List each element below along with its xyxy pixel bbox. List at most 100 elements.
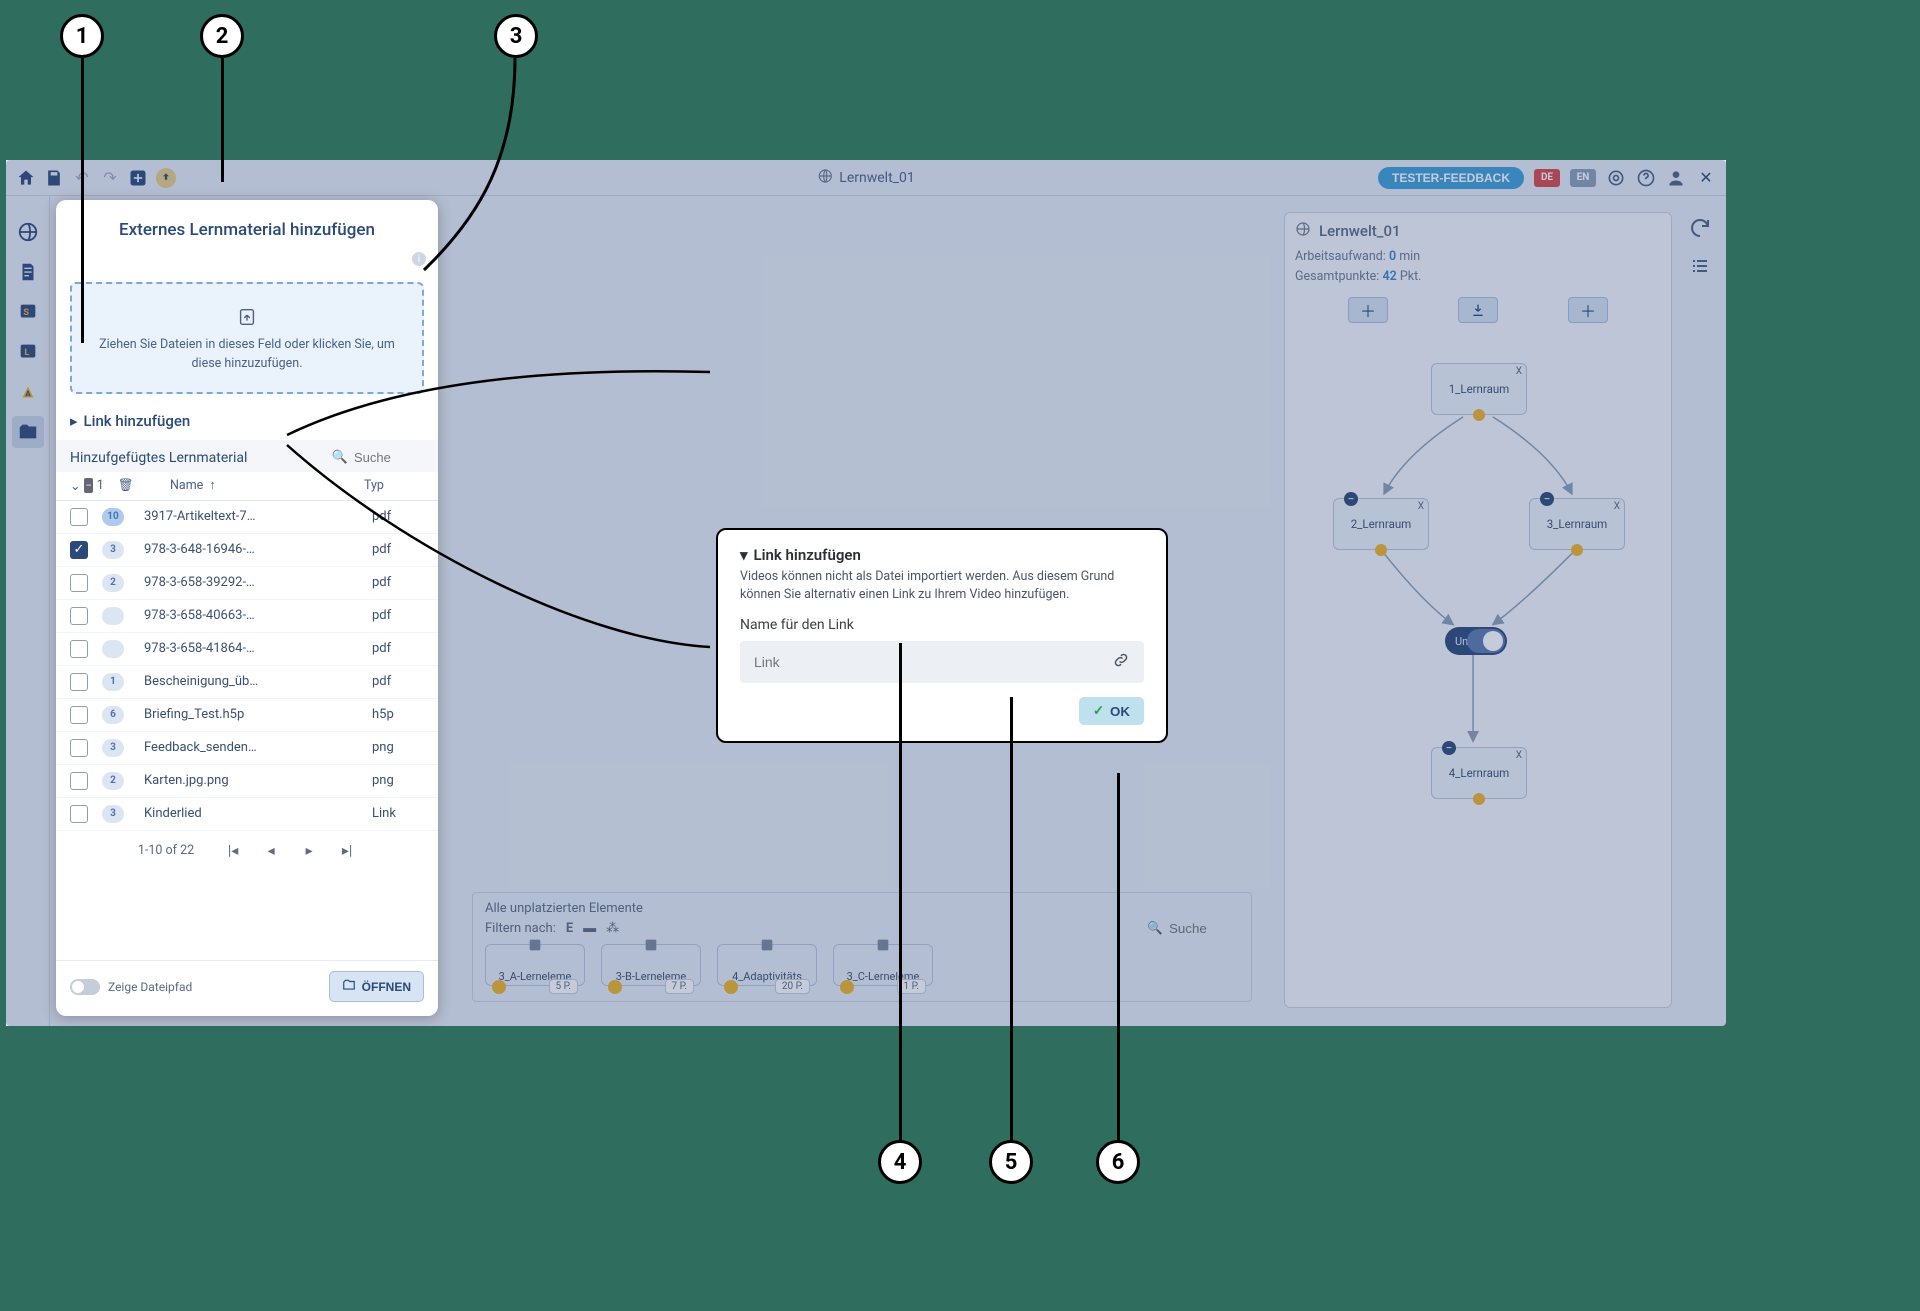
table-row[interactable]: 2Karten.jpg.pngpng: [56, 765, 438, 798]
nav-world-icon[interactable]: [12, 216, 44, 248]
row-type: png: [372, 740, 424, 755]
row-checkbox[interactable]: [70, 673, 88, 691]
redo-icon[interactable]: ↷: [100, 168, 120, 188]
trash-icon[interactable]: 🗑: [118, 478, 134, 493]
home-icon[interactable]: [16, 168, 36, 188]
overview-title: Lernwelt_01: [1295, 221, 1661, 241]
nav-rail: S L A: [6, 196, 50, 1026]
list-icon[interactable]: [1688, 254, 1712, 278]
filter-shape-icon[interactable]: ▬: [583, 920, 596, 936]
added-material-title: Hinzufgefügtes Lernmaterial: [70, 450, 247, 466]
callout-3: 3: [494, 14, 538, 58]
upload-active-icon[interactable]: [156, 168, 176, 188]
panel-footer: Zeige Dateipfad ÖFFNEN: [56, 960, 438, 1016]
row-checkbox[interactable]: [70, 640, 88, 658]
chevron-down-icon[interactable]: ▾: [740, 546, 748, 564]
header-count: 1: [97, 478, 104, 493]
pagination: 1-10 of 22 |◂ ◂ ▸ ▸|: [56, 831, 438, 871]
row-checkbox[interactable]: [70, 805, 88, 823]
toolbar-right: TESTER-FEEDBACK DE EN ✕: [1378, 167, 1716, 189]
refresh-icon[interactable]: [1688, 216, 1712, 240]
callout-2: 2: [200, 14, 244, 58]
row-checkbox[interactable]: [70, 508, 88, 526]
unplaced-search-input[interactable]: [1169, 921, 1239, 936]
graph-node-1[interactable]: X1_Lernraum: [1431, 363, 1527, 415]
row-checkbox[interactable]: [70, 739, 88, 757]
tester-feedback-button[interactable]: TESTER-FEEDBACK: [1378, 167, 1524, 189]
top-toolbar: ↶ ↷ Lernwelt_01 TESTER-FEEDBACK DE EN ✕: [6, 160, 1726, 196]
unplaced-filter-row: Filtern nach: E ▬ ⁂ 🔍: [485, 920, 1239, 936]
callout-5: 5: [989, 1140, 1033, 1184]
overview-title-text: Lernwelt_01: [1319, 222, 1401, 240]
svg-text:A: A: [25, 390, 31, 400]
close-icon[interactable]: ✕: [1696, 168, 1716, 188]
graph-node-3[interactable]: −X3_Lernraum: [1529, 498, 1625, 550]
page-first[interactable]: |◂: [224, 843, 242, 859]
row-badge: 6: [102, 706, 124, 724]
nav-scenario-icon[interactable]: S: [12, 296, 44, 328]
nav-folder-icon[interactable]: [12, 416, 44, 448]
col-name[interactable]: Name: [170, 478, 203, 493]
svg-text:L: L: [24, 348, 29, 358]
world-overview-panel: Lernwelt_01 Arbeitsaufwand: 0 min Gesamt…: [1284, 212, 1672, 1008]
unplaced-card[interactable]: 3-B-Lerneleme7 P.: [601, 944, 701, 986]
filter-cluster-icon[interactable]: ⁂: [606, 921, 619, 936]
table-row[interactable]: 3KinderliedLink: [56, 798, 438, 831]
row-checkbox[interactable]: [70, 772, 88, 790]
page-next[interactable]: ▸: [300, 843, 318, 859]
ok-button[interactable]: ✓ OK: [1079, 697, 1144, 725]
graph-canvas[interactable]: X1_Lernraum −X2_Lernraum −X3_Lernraum Un…: [1295, 343, 1661, 843]
table-row[interactable]: 1Bescheinigung_üb…pdf: [56, 666, 438, 699]
table-row[interactable]: 3Feedback_senden…png: [56, 732, 438, 765]
row-checkbox[interactable]: [70, 607, 88, 625]
page-last[interactable]: ▸|: [338, 843, 356, 859]
unplaced-card[interactable]: 3_A-Lerneleme5 P.: [485, 944, 585, 986]
help-icon[interactable]: [1636, 168, 1656, 188]
lang-de-badge[interactable]: DE: [1534, 169, 1560, 187]
point-dot-icon: [608, 980, 622, 994]
point-dot-icon: [492, 980, 506, 994]
row-checkbox[interactable]: ✓: [70, 541, 88, 559]
save-icon[interactable]: [44, 168, 64, 188]
filter-type-icon[interactable]: E: [566, 921, 573, 936]
panel-title: Externes Lernmaterial hinzufügen: [56, 200, 438, 258]
app-frame: ↶ ↷ Lernwelt_01 TESTER-FEEDBACK DE EN ✕ …: [6, 160, 1726, 1026]
chevron-down-icon[interactable]: ⌄: [70, 478, 80, 494]
card-points: 7 P.: [665, 979, 694, 994]
row-badge: 10: [102, 508, 124, 526]
graph-node-2[interactable]: −X2_Lernraum: [1333, 498, 1429, 550]
element-icon: [759, 937, 775, 953]
add-icon[interactable]: [128, 168, 148, 188]
overview-add-button[interactable]: ＋: [1348, 297, 1388, 323]
overview-download-button[interactable]: [1458, 297, 1498, 323]
overview-add2-button[interactable]: ＋: [1568, 297, 1608, 323]
nav-adaptivity-icon[interactable]: A: [12, 376, 44, 408]
unplaced-card[interactable]: 4_Adaptivitäts20 P.: [717, 944, 817, 986]
overview-tabs: ＋ ＋: [1295, 297, 1661, 323]
header-checkbox[interactable]: −: [84, 478, 92, 493]
target-icon[interactable]: [1606, 168, 1626, 188]
popover-desc: Videos können nicht als Datei importiert…: [740, 568, 1144, 603]
row-badge: 3: [102, 805, 124, 823]
folder-icon: [342, 978, 356, 995]
link-url-input[interactable]: [754, 654, 1112, 670]
nav-learning-icon[interactable]: L: [12, 336, 44, 368]
nav-document-icon[interactable]: [12, 256, 44, 288]
unplaced-title: Alle unplatzierten Elemente: [485, 901, 1239, 916]
show-path-toggle[interactable]: [70, 979, 100, 995]
add-link-popover: ▾ Link hinzufügen Videos können nicht al…: [716, 528, 1168, 743]
graph-operator-and[interactable]: Und: [1445, 627, 1507, 655]
graph-node-4[interactable]: −X4_Lernraum: [1431, 747, 1527, 799]
row-checkbox[interactable]: [70, 574, 88, 592]
row-checkbox[interactable]: [70, 706, 88, 724]
table-row[interactable]: 6Briefing_Test.h5ph5p: [56, 699, 438, 732]
open-button[interactable]: ÖFFNEN: [329, 971, 424, 1002]
link-icon: [1112, 651, 1130, 673]
unplaced-card[interactable]: 3_C-Lerneleme1 P.: [833, 944, 933, 986]
page-prev[interactable]: ◂: [262, 843, 280, 859]
user-icon[interactable]: [1666, 168, 1686, 188]
unplaced-search[interactable]: 🔍: [1147, 921, 1239, 936]
lang-en-badge[interactable]: EN: [1570, 169, 1596, 187]
sort-asc-icon[interactable]: ↑: [209, 478, 215, 493]
row-name: Feedback_senden…: [144, 740, 372, 755]
